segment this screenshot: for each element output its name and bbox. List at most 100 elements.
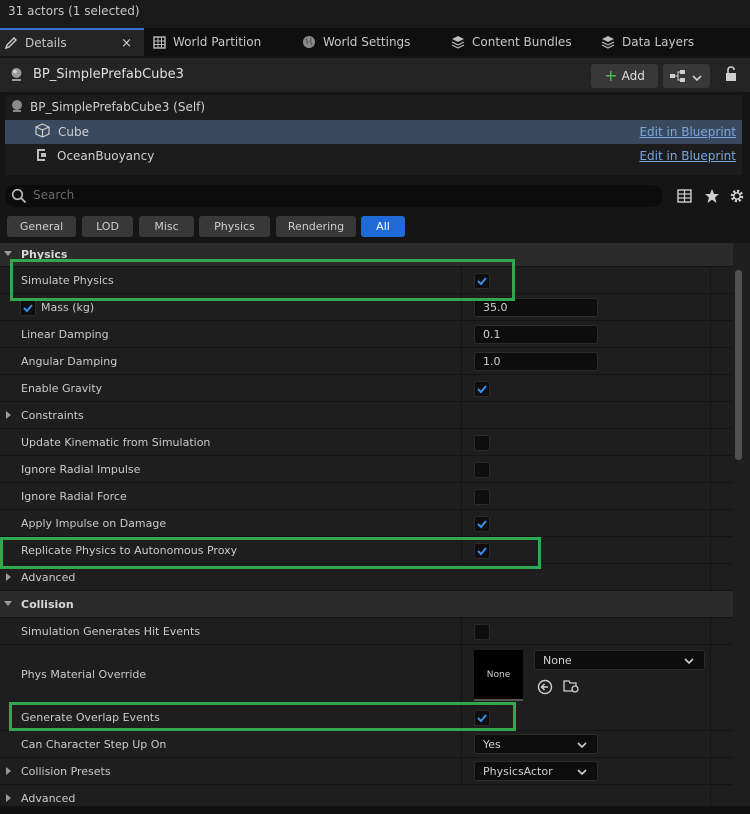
layers-icon — [601, 35, 615, 49]
property-mass: Mass (kg) 35.0 — [0, 294, 733, 321]
phys-material-dropdown[interactable]: None — [534, 650, 705, 670]
simulate-physics-checkbox[interactable] — [474, 273, 490, 289]
close-icon[interactable]: × — [121, 36, 132, 51]
lock-icon[interactable] — [724, 66, 738, 85]
add-button[interactable]: + Add — [591, 64, 658, 88]
property-label: Update Kinematic from Simulation — [21, 435, 211, 449]
tab-data-layers[interactable]: Data Layers — [601, 28, 694, 56]
scrollbar[interactable] — [735, 270, 742, 460]
property-label: Can Character Step Up On — [21, 737, 167, 751]
component-self[interactable]: BP_SimplePrefabCube3 (Self) — [5, 95, 742, 119]
grid-icon — [152, 35, 166, 49]
chevron-down-icon — [577, 739, 587, 752]
edit-in-blueprint-link[interactable]: Edit in Blueprint — [639, 125, 736, 139]
update-kinematic-checkbox[interactable] — [474, 435, 490, 451]
mass-input[interactable]: 35.0 — [474, 298, 598, 317]
ignore-radial-impulse-checkbox[interactable] — [474, 462, 490, 478]
actor-count: 31 actors (1 selected) — [8, 4, 140, 18]
filter-misc[interactable]: Misc — [139, 216, 194, 237]
property-overlap-events: Generate Overlap Events — [0, 704, 733, 731]
property-linear-damping: Linear Damping 0.1 — [0, 321, 733, 348]
property-constraints[interactable]: Constraints — [0, 402, 733, 429]
filter-physics[interactable]: Physics — [199, 216, 270, 237]
tab-world-settings[interactable]: World Settings — [302, 28, 410, 56]
component-label: OceanBuoyancy — [57, 149, 155, 163]
actor-icon — [10, 99, 24, 116]
status-bar: 31 actors (1 selected) — [0, 0, 750, 28]
actor-header: BP_SimplePrefabCube3 + Add — [0, 58, 750, 92]
tab-content-bundles[interactable]: Content Bundles — [451, 28, 572, 56]
chevron-down-icon — [692, 72, 702, 85]
tab-world-partition[interactable]: World Partition — [152, 28, 261, 56]
ignore-radial-force-checkbox[interactable] — [474, 489, 490, 505]
property-grid: Physics Simulate Physics Mass (kg) 35.0 … — [0, 243, 750, 814]
tab-label: Content Bundles — [472, 35, 572, 49]
search-placeholder: Search — [33, 188, 75, 202]
apply-impulse-checkbox[interactable] — [474, 516, 490, 532]
property-ignore-radial-impulse: Ignore Radial Impulse — [0, 456, 733, 483]
tab-label: Details — [25, 36, 67, 50]
collision-presets-dropdown[interactable]: PhysicsActor — [474, 761, 598, 781]
property-collision-presets[interactable]: Collision Presets PhysicsActor — [0, 758, 733, 785]
chevron-down-icon — [577, 766, 587, 779]
tab-details[interactable]: Details × — [0, 28, 144, 56]
filter-rendering[interactable]: Rendering — [276, 216, 356, 237]
expand-arrow-icon — [4, 251, 12, 256]
category-label: Physics — [21, 247, 68, 261]
sim-hit-events-checkbox[interactable] — [474, 624, 490, 640]
angular-damping-input[interactable]: 1.0 — [474, 352, 598, 371]
replicate-physics-checkbox[interactable] — [474, 543, 490, 559]
property-ignore-radial-force: Ignore Radial Force — [0, 483, 733, 510]
tab-label: World Partition — [173, 35, 262, 49]
filter-general[interactable]: General — [7, 216, 76, 237]
browse-folder-icon[interactable] — [563, 678, 580, 697]
gear-icon[interactable] — [729, 188, 745, 207]
property-simulate-physics: Simulate Physics — [0, 267, 733, 294]
expand-arrow-icon — [6, 767, 11, 775]
category-collision[interactable]: Collision — [0, 591, 733, 618]
table-view-icon[interactable] — [677, 189, 692, 206]
pencil-icon — [4, 36, 18, 50]
stack-icon — [451, 35, 465, 49]
property-label: Simulation Generates Hit Events — [21, 624, 201, 638]
property-label: Angular Damping — [21, 354, 118, 368]
dropdown-value: Yes — [483, 737, 501, 751]
property-label: Simulate Physics — [21, 273, 114, 287]
property-advanced[interactable]: Advanced — [0, 564, 733, 591]
component-label: BP_SimplePrefabCube3 (Self) — [30, 100, 206, 114]
overlap-events-checkbox[interactable] — [474, 710, 490, 726]
plus-icon: + — [604, 66, 618, 85]
component-cube[interactable]: Cube Edit in Blueprint — [5, 120, 742, 144]
filter-lod[interactable]: LOD — [82, 216, 133, 237]
expand-arrow-icon — [4, 601, 12, 606]
component-tree: BP_SimplePrefabCube3 (Self) Cube Edit in… — [5, 95, 742, 175]
enable-gravity-checkbox[interactable] — [474, 381, 490, 397]
chevron-down-icon — [684, 655, 694, 668]
component-ocean-buoyancy[interactable]: OceanBuoyancy Edit in Blueprint — [5, 144, 742, 168]
material-thumbnail[interactable]: None — [474, 650, 523, 701]
property-label: Constraints — [21, 408, 84, 422]
mass-override-checkbox[interactable] — [20, 300, 36, 316]
linear-damping-input[interactable]: 0.1 — [474, 325, 598, 344]
category-physics[interactable]: Physics — [0, 243, 733, 267]
browse-back-icon[interactable] — [537, 679, 553, 698]
filter-all[interactable]: All — [361, 216, 405, 237]
property-label: Ignore Radial Force — [21, 489, 127, 503]
blueprint-options-button[interactable] — [663, 64, 710, 88]
category-label: Collision — [21, 597, 74, 611]
property-label: Ignore Radial Impulse — [21, 462, 141, 476]
property-label: Generate Overlap Events — [21, 710, 160, 724]
star-icon[interactable] — [704, 188, 720, 207]
property-label: Phys Material Override — [21, 668, 147, 681]
bottom-bar — [0, 806, 750, 814]
edit-in-blueprint-link[interactable]: Edit in Blueprint — [639, 149, 736, 163]
property-label: Apply Impulse on Damage — [21, 516, 167, 530]
dropdown-value: None — [543, 653, 572, 667]
dropdown-value: PhysicsActor — [483, 764, 553, 778]
add-label: Add — [621, 69, 645, 83]
step-up-dropdown[interactable]: Yes — [474, 734, 598, 754]
blueprint-icon — [669, 69, 687, 86]
search-bar[interactable]: Search — [5, 185, 663, 207]
property-step-up: Can Character Step Up On Yes — [0, 731, 733, 758]
property-label: Replicate Physics to Autonomous Proxy — [21, 543, 238, 557]
